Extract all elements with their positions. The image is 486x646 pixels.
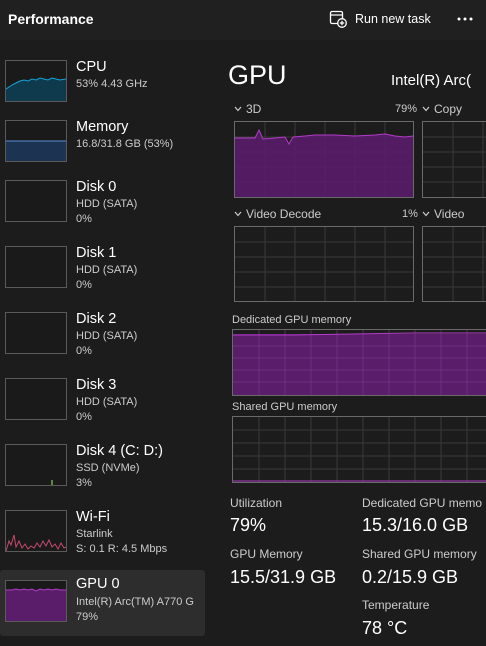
sidebar-item-memory[interactable]: Memory 16.8/31.8 GB (53%) <box>0 115 205 181</box>
sidebar-item-disk-4[interactable]: Disk 4 (C: D:) SSD (NVMe) 3% <box>0 439 205 505</box>
gpu-detail-panel: GPU Intel(R) Arc( 3D 79% Copy Video Deco… <box>210 40 486 646</box>
engine-label-3d: 3D <box>246 102 262 116</box>
sidebar-item-label: CPU <box>76 59 107 75</box>
graph-copy <box>422 121 486 198</box>
title-bar: Performance Run new task <box>0 0 486 40</box>
sidebar-item-disk-3[interactable]: Disk 3 HDD (SATA) 0% <box>0 373 205 439</box>
sidebar-item-gpu-0[interactable]: GPU 0 Intel(R) Arc(TM) A770 G 79% <box>0 570 205 636</box>
more-icon <box>457 17 473 21</box>
engine-label-video-decode: Video Decode <box>246 207 322 221</box>
more-options-button[interactable] <box>452 8 478 30</box>
gpu-memory-value: 15.5/31.9 GB <box>230 567 337 587</box>
sidebar-item-value: 3% <box>76 477 92 489</box>
memory-thumbnail <box>5 120 67 162</box>
dedicated-memory-label: Dedicated GPU memory <box>232 314 352 326</box>
engine-selector-3d[interactable]: 3D <box>234 102 261 116</box>
sidebar-item-value: 0% <box>76 345 92 357</box>
sidebar-item-detail: SSD (NVMe) <box>76 462 140 474</box>
run-new-task-button[interactable]: Run new task <box>329 7 431 31</box>
sidebar-item-value: 79% <box>76 611 99 623</box>
disk-3-thumbnail <box>5 378 67 420</box>
engine-label-copy: Copy <box>434 102 463 116</box>
gpu-model-name: Intel(R) Arc( <box>391 72 472 89</box>
sidebar-item-label: Disk 2 <box>76 311 117 327</box>
sidebar-item-disk-2[interactable]: Disk 2 HDD (SATA) 0% <box>0 307 205 373</box>
run-task-icon <box>329 10 347 28</box>
sidebar-item-value: 0% <box>76 213 92 225</box>
graph-video <box>422 226 486 302</box>
chevron-down-icon <box>422 106 430 112</box>
sidebar-item-label: Disk 3 <box>76 377 117 393</box>
disk-1-thumbnail <box>5 246 67 288</box>
graph-shared-memory <box>232 416 486 483</box>
sidebar-item-label: Wi-Fi <box>76 509 110 525</box>
sidebar-item-detail: 16.8/31.8 GB (53%) <box>76 138 174 150</box>
sidebar-item-detail: HDD (SATA) <box>76 264 138 276</box>
temperature-label: Temperature <box>362 598 430 612</box>
page-title: Performance <box>8 11 94 27</box>
graph-video-decode <box>234 226 414 302</box>
sidebar-item-label: Disk 4 (C: D:) <box>76 443 163 459</box>
engine-value-3d: 79% <box>395 103 418 115</box>
graph-dedicated-memory <box>232 329 486 396</box>
sidebar-item-value: S: 0.1 R: 4.5 Mbps <box>76 543 168 555</box>
chevron-down-icon <box>422 211 430 217</box>
sidebar-item-disk-0[interactable]: Disk 0 HDD (SATA) 0% <box>0 175 205 241</box>
disk-2-thumbnail <box>5 312 67 354</box>
sidebar-item-value: 0% <box>76 411 92 423</box>
run-new-task-label: Run new task <box>355 12 431 26</box>
engine-value-video-decode: 1% <box>402 208 418 220</box>
chevron-down-icon <box>234 211 242 217</box>
engine-selector-copy[interactable]: Copy <box>422 102 462 116</box>
sidebar-item-detail: Intel(R) Arc(TM) A770 G <box>76 596 194 608</box>
shared-gpu-memory-value: 0.2/15.9 GB <box>362 567 459 587</box>
dedicated-gpu-memory-value: 15.3/16.0 GB <box>362 515 469 535</box>
engine-selector-video[interactable]: Video <box>422 207 464 221</box>
sidebar-item-cpu[interactable]: CPU 53% 4.43 GHz <box>0 55 205 121</box>
sidebar-item-disk-1[interactable]: Disk 1 HDD (SATA) 0% <box>0 241 205 307</box>
gpu-memory-label: GPU Memory <box>230 547 303 561</box>
sidebar-item-label: Disk 0 <box>76 179 117 195</box>
sidebar-item-detail: HDD (SATA) <box>76 198 138 210</box>
disk-0-thumbnail <box>5 180 67 222</box>
utilization-value: 79% <box>230 515 267 535</box>
sidebar-item-detail: 53% 4.43 GHz <box>76 78 148 90</box>
sidebar-item-label: GPU 0 <box>76 576 120 592</box>
sidebar-item-detail: HDD (SATA) <box>76 330 138 342</box>
sidebar-item-detail: HDD (SATA) <box>76 396 138 408</box>
shared-memory-label: Shared GPU memory <box>232 401 338 413</box>
engine-label-video: Video <box>434 207 465 221</box>
gpu-heading: GPU <box>228 60 287 90</box>
sidebar: CPU 53% 4.43 GHz Memory 16.8/31.8 GB (53… <box>0 40 205 646</box>
temperature-value: 78 °C <box>362 618 408 638</box>
sidebar-item-value: 0% <box>76 279 92 291</box>
dedicated-gpu-memory-label: Dedicated GPU memo <box>362 496 483 510</box>
sidebar-item-detail: Starlink <box>76 528 113 540</box>
cpu-thumbnail <box>5 60 67 102</box>
wifi-thumbnail <box>5 510 67 552</box>
engine-selector-video-decode[interactable]: Video Decode <box>234 207 321 221</box>
chevron-down-icon <box>234 106 242 112</box>
gpu-0-thumbnail <box>5 580 67 622</box>
sidebar-item-label: Memory <box>76 119 129 135</box>
graph-3d <box>234 121 414 198</box>
utilization-label: Utilization <box>230 496 283 510</box>
disk-4-thumbnail <box>5 444 67 486</box>
sidebar-item-wifi[interactable]: Wi-Fi Starlink S: 0.1 R: 4.5 Mbps <box>0 505 205 571</box>
shared-gpu-memory-label: Shared GPU memory <box>362 547 477 561</box>
sidebar-item-label: Disk 1 <box>76 245 117 261</box>
